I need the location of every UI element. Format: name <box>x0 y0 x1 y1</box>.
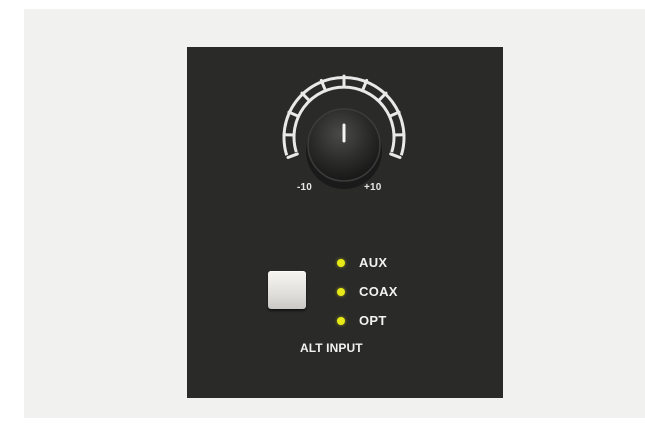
scale-min-label: -10 <box>297 182 313 193</box>
knob-tick <box>388 110 401 118</box>
alt-input-caption: ALT INPUT <box>300 341 363 355</box>
level-knob[interactable] <box>273 65 415 207</box>
knob-tick <box>377 91 388 102</box>
led-indicator-icon <box>337 258 345 267</box>
knob-tick <box>389 152 402 159</box>
input-indicator-opt: OPT <box>337 306 398 335</box>
input-indicator-list: AUX COAX OPT <box>337 248 398 335</box>
led-indicator-icon <box>337 287 345 296</box>
knob-tick <box>300 91 311 102</box>
alt-input-button[interactable] <box>268 271 306 309</box>
scale-max-label: +10 <box>364 182 382 193</box>
knob-tick <box>286 152 299 159</box>
input-label-opt: OPT <box>359 313 387 328</box>
input-label-aux: AUX <box>359 255 388 270</box>
led-indicator-icon <box>337 316 345 325</box>
input-label-coax: COAX <box>359 284 398 299</box>
rotary-knob-icon <box>282 74 406 189</box>
input-indicator-aux: AUX <box>337 248 398 277</box>
input-indicator-coax: COAX <box>337 277 398 306</box>
knob-tick <box>287 110 300 118</box>
